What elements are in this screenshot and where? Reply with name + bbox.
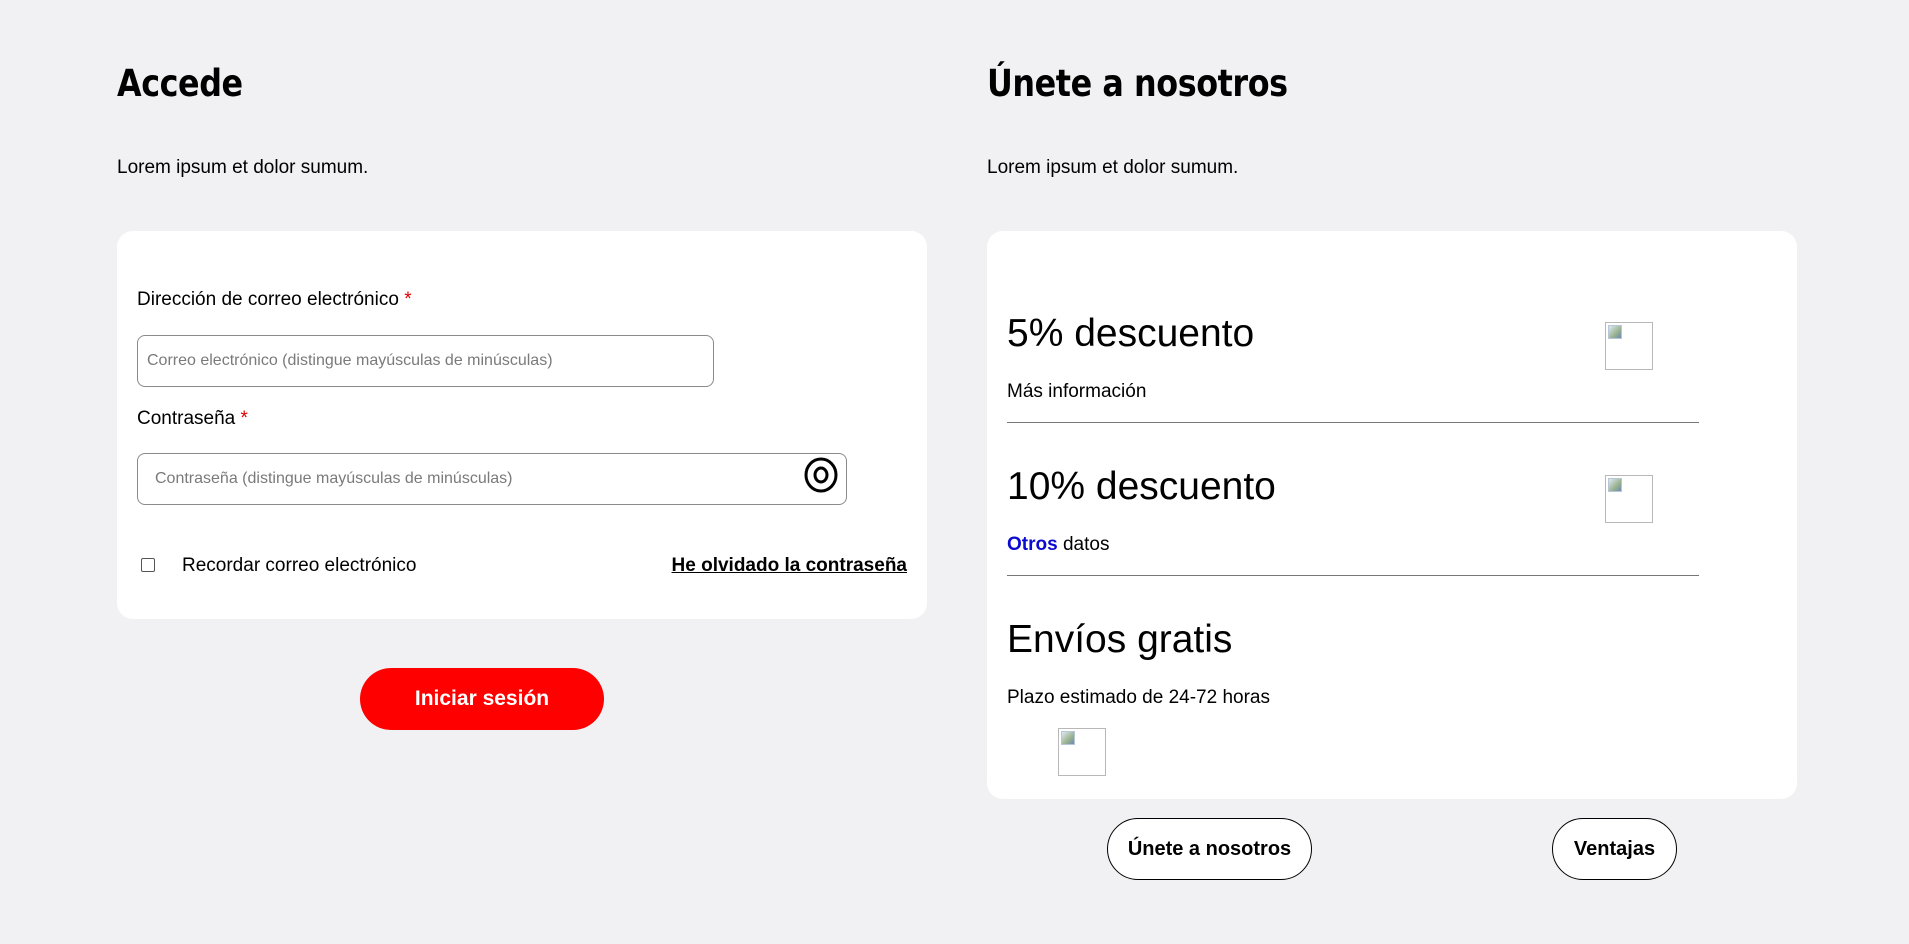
benefit-title: 10% descuento: [1007, 465, 1276, 508]
benefit-title: Envíos gratis: [1007, 618, 1233, 661]
divider: [1007, 422, 1699, 423]
login-card: Dirección de correo electrónico * Contra…: [117, 231, 927, 619]
remember-email-checkbox[interactable]: [141, 558, 155, 572]
benefit-subtitle: Más información: [1007, 381, 1147, 402]
benefit-subtitle: Otros datos: [1007, 534, 1109, 556]
show-password-icon[interactable]: [803, 457, 839, 493]
broken-image-icon: [1605, 475, 1653, 523]
remember-email-label: Recordar correo electrónico: [182, 555, 417, 576]
password-label: Contraseña *: [137, 408, 248, 430]
join-us-button[interactable]: Únete a nosotros: [1107, 818, 1312, 880]
email-label-text: Dirección de correo electrónico: [137, 289, 399, 310]
join-intro: Lorem ipsum et dolor sumum.: [987, 157, 1239, 178]
benefits-card: 5% descuento Más información 10% descuen…: [987, 231, 1797, 799]
broken-image-icon: [1058, 728, 1106, 776]
password-label-text: Contraseña: [137, 408, 236, 429]
benefit-subtitle-text: datos: [1057, 534, 1110, 555]
other-data-link[interactable]: Otros: [1007, 534, 1058, 555]
email-label: Dirección de correo electrónico *: [137, 289, 412, 311]
divider: [1007, 575, 1699, 576]
login-intro: Lorem ipsum et dolor sumum.: [117, 157, 369, 178]
required-mark: *: [240, 408, 248, 429]
login-title: Accede: [117, 62, 243, 105]
forgot-password-link[interactable]: He olvidado la contraseña: [672, 555, 907, 577]
benefits-button[interactable]: Ventajas: [1552, 818, 1677, 880]
required-mark: *: [404, 289, 412, 310]
benefit-title: 5% descuento: [1007, 312, 1255, 355]
email-input[interactable]: [137, 335, 714, 387]
login-button[interactable]: Iniciar sesión: [360, 668, 604, 730]
join-title: Únete a nosotros: [987, 62, 1288, 105]
broken-image-icon: [1605, 322, 1653, 370]
benefit-subtitle: Plazo estimado de 24-72 horas: [1007, 687, 1270, 708]
password-input[interactable]: [137, 453, 847, 505]
